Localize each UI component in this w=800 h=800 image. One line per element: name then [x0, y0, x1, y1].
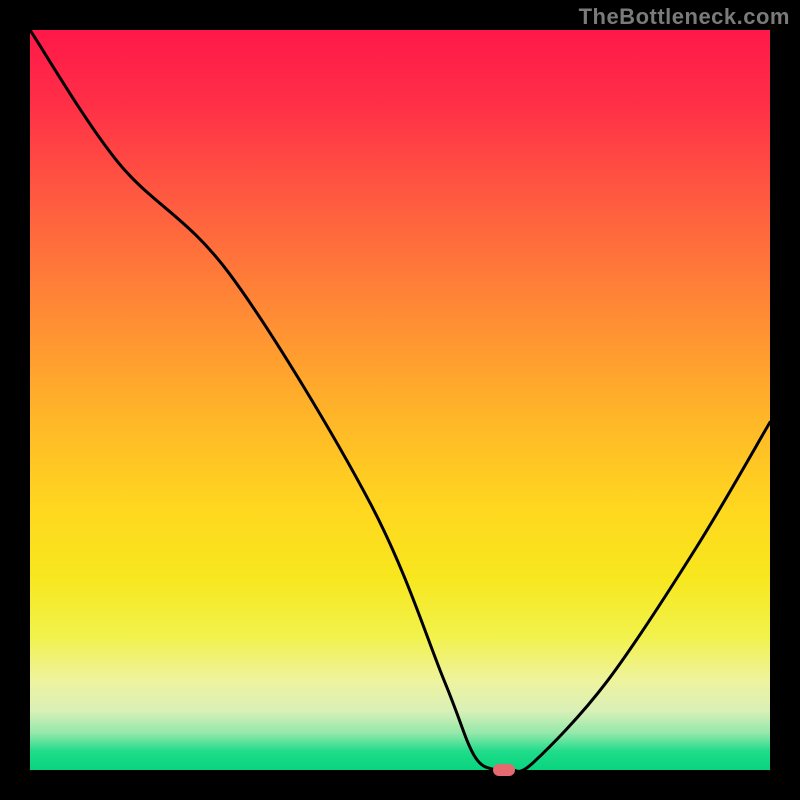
bottleneck-curve-path	[30, 30, 770, 770]
curve-svg	[30, 30, 770, 770]
chart-frame: TheBottleneck.com	[0, 0, 800, 800]
plot-area	[30, 30, 770, 770]
watermark-text: TheBottleneck.com	[579, 4, 790, 30]
optimal-point-marker	[493, 764, 515, 776]
